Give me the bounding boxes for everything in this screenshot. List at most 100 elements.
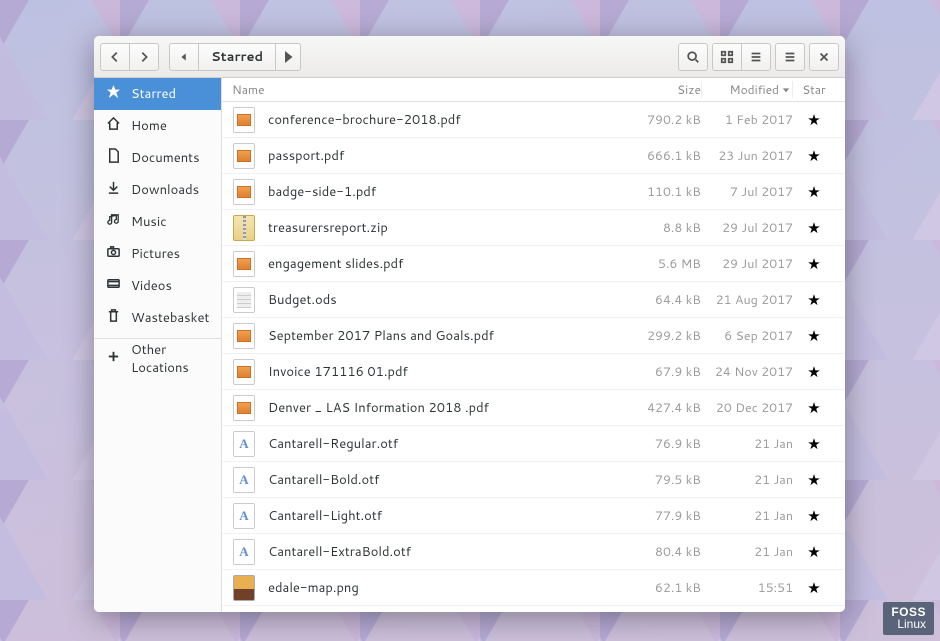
sidebar-item-label: Downloads xyxy=(131,181,199,199)
watermark-badge: FOSS Linux xyxy=(883,602,934,635)
plus-icon xyxy=(106,349,121,369)
star-toggle[interactable]: ★ xyxy=(793,505,835,526)
file-size: 64.4 kB xyxy=(635,291,701,309)
sidebar-item-downloads[interactable]: Downloads xyxy=(94,174,221,206)
body: Starred Home Documents Downloads Music Pictur… xyxy=(94,78,845,612)
home-icon xyxy=(106,116,121,136)
sidebar-item-label: Starred xyxy=(131,85,176,103)
star-toggle[interactable]: ★ xyxy=(793,253,835,274)
hamburger-menu-button[interactable] xyxy=(775,43,805,71)
file-row[interactable]: Cantarell-Regular.otf76.9 kB21 Jan★ xyxy=(222,426,845,462)
file-row[interactable]: Cantarell-Light.otf77.9 kB21 Jan★ xyxy=(222,498,845,534)
sidebar-item-label: Home xyxy=(131,117,167,135)
star-toggle[interactable]: ★ xyxy=(793,289,835,310)
download-icon xyxy=(106,180,121,200)
video-icon xyxy=(106,276,121,296)
sidebar-item-documents[interactable]: Documents xyxy=(94,142,221,174)
file-modified: 20 Dec 2017 xyxy=(701,399,793,417)
star-toggle[interactable]: ★ xyxy=(793,577,835,598)
file-size: 427.4 kB xyxy=(635,399,701,417)
document-icon xyxy=(106,148,121,168)
file-name: Cantarell-ExtraBold.otf xyxy=(268,543,635,561)
sidebar-item-label: Documents xyxy=(131,149,200,167)
file-modified: 21 Jan xyxy=(701,435,793,453)
path-prev-button[interactable] xyxy=(169,43,199,71)
file-name: passport.pdf xyxy=(268,147,635,165)
camera-icon xyxy=(106,244,121,264)
forward-button[interactable] xyxy=(129,43,159,71)
file-size: 5.6 MB xyxy=(635,255,701,273)
file-pane: Name Size Modified Star conference-broch… xyxy=(222,78,845,612)
triangle-right-icon xyxy=(276,45,300,69)
star-toggle[interactable]: ★ xyxy=(793,541,835,562)
music-icon xyxy=(106,212,121,232)
col-header-size[interactable]: Size xyxy=(635,81,701,98)
view-list-button[interactable] xyxy=(741,43,771,71)
sidebar-item-music[interactable]: Music xyxy=(94,206,221,238)
sidebar-item-wastebasket[interactable]: Wastebasket xyxy=(94,302,221,334)
file-row[interactable]: Budget.ods64.4 kB21 Aug 2017★ xyxy=(222,282,845,318)
file-row[interactable]: edale-map.png62.1 kB15:51★ xyxy=(222,570,845,606)
chevron-left-icon xyxy=(108,50,122,64)
search-icon xyxy=(686,50,700,64)
back-button[interactable] xyxy=(100,43,130,71)
file-type-img-icon xyxy=(232,576,256,600)
star-toggle[interactable]: ★ xyxy=(793,145,835,166)
sidebar-item-home[interactable]: Home xyxy=(94,110,221,142)
file-row[interactable]: badge-side-1.pdf110.1 kB7 Jul 2017★ xyxy=(222,174,845,210)
path-segment-current[interactable]: Starred xyxy=(198,43,276,71)
star-toggle[interactable]: ★ xyxy=(793,325,835,346)
star-toggle[interactable]: ★ xyxy=(793,397,835,418)
file-type-pdf-icon xyxy=(232,252,256,276)
view-grid-button[interactable] xyxy=(712,43,742,71)
file-list[interactable]: conference-brochure-2018.pdf790.2 kB1 Fe… xyxy=(222,102,845,612)
sidebar-item-label: Videos xyxy=(131,277,172,295)
file-row[interactable]: engagement slides.pdf5.6 MB29 Jul 2017★ xyxy=(222,246,845,282)
col-header-name[interactable]: Name xyxy=(232,81,635,98)
close-icon xyxy=(817,50,831,64)
file-row[interactable]: Cantarell-ExtraBold.otf80.4 kB21 Jan★ xyxy=(222,534,845,570)
file-row[interactable]: Cantarell-Bold.otf79.5 kB21 Jan★ xyxy=(222,462,845,498)
close-button[interactable] xyxy=(809,43,839,71)
star-toggle[interactable]: ★ xyxy=(793,109,835,130)
star-toggle[interactable]: ★ xyxy=(793,469,835,490)
sidebar: Starred Home Documents Downloads Music Pictur… xyxy=(94,78,222,612)
file-modified: 1 Feb 2017 xyxy=(701,111,793,129)
pathbar: Starred xyxy=(169,43,301,71)
file-name: Budget.ods xyxy=(268,291,635,309)
file-row[interactable]: conference-brochure-2018.pdf790.2 kB1 Fe… xyxy=(222,102,845,138)
nav-back-forward xyxy=(100,43,159,71)
star-toggle[interactable]: ★ xyxy=(793,181,835,202)
file-row[interactable]: treasurersreport.zip8.8 kB29 Jul 2017★ xyxy=(222,210,845,246)
sidebar-item-starred[interactable]: Starred xyxy=(94,78,221,110)
file-modified: 21 Aug 2017 xyxy=(701,291,793,309)
star-toggle[interactable]: ★ xyxy=(793,433,835,454)
file-size: 76.9 kB xyxy=(635,435,701,453)
file-size: 62.1 kB xyxy=(635,579,701,597)
chevron-right-icon xyxy=(137,50,151,64)
col-header-modified[interactable]: Modified xyxy=(701,81,793,98)
file-row[interactable]: Invoice 171116 01.pdf67.9 kB24 Nov 2017★ xyxy=(222,354,845,390)
sidebar-separator xyxy=(94,338,221,339)
file-modified: 29 Jul 2017 xyxy=(701,255,793,273)
file-type-ods-icon xyxy=(232,288,256,312)
file-size: 79.5 kB xyxy=(635,471,701,489)
file-row[interactable]: September 2017 Plans and Goals.pdf299.2 … xyxy=(222,318,845,354)
sidebar-item-videos[interactable]: Videos xyxy=(94,270,221,302)
col-header-star[interactable]: Star xyxy=(793,81,835,98)
sidebar-item-other[interactable]: Other Locations xyxy=(94,343,221,375)
file-type-font-icon xyxy=(232,432,256,456)
star-toggle[interactable]: ★ xyxy=(793,217,835,238)
file-row[interactable]: passport.pdf666.1 kB23 Jun 2017★ xyxy=(222,138,845,174)
search-button[interactable] xyxy=(678,43,708,71)
sidebar-item-label: Pictures xyxy=(131,245,180,263)
file-modified: 6 Sep 2017 xyxy=(701,327,793,345)
file-name: edale-map.png xyxy=(268,579,635,597)
sort-desc-icon xyxy=(782,86,790,94)
star-toggle[interactable]: ★ xyxy=(793,361,835,382)
file-modified: 21 Jan xyxy=(701,543,793,561)
path-next-button[interactable] xyxy=(275,43,301,71)
file-row[interactable]: Denver _ LAS Information 2018 .pdf427.4 … xyxy=(222,390,845,426)
sidebar-item-label: Music xyxy=(131,213,167,231)
sidebar-item-pictures[interactable]: Pictures xyxy=(94,238,221,270)
